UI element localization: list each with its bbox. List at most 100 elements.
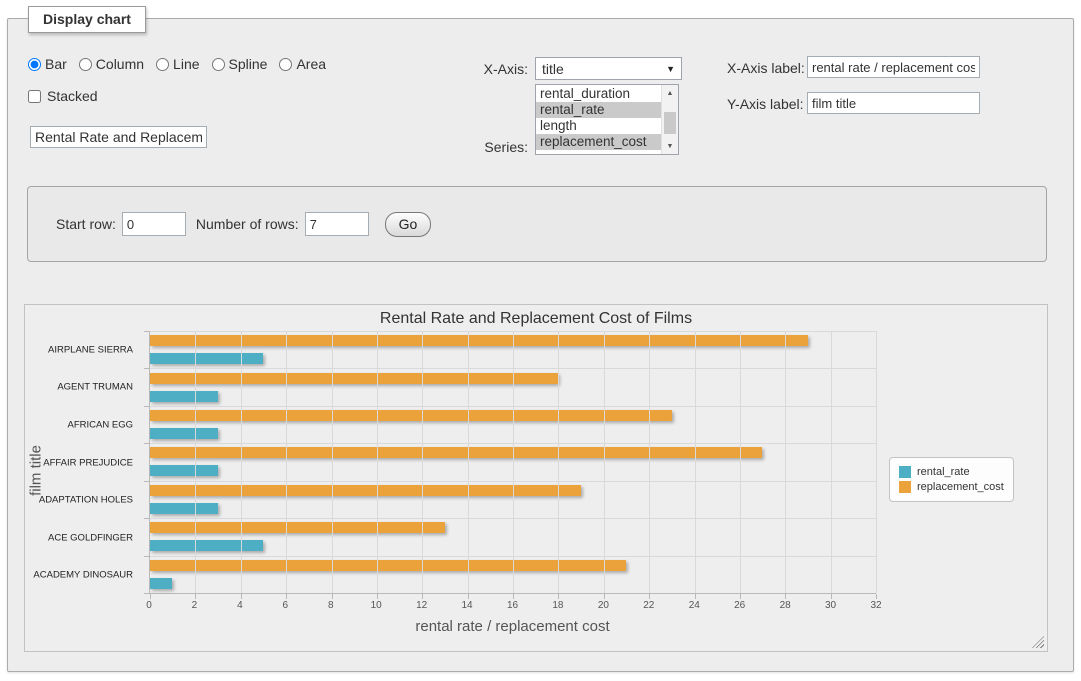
bar-rental_rate[interactable] xyxy=(150,578,172,589)
category-label: ACADEMY DINOSAUR xyxy=(25,570,133,581)
x-tick-label: 22 xyxy=(643,600,654,611)
gridline-vertical xyxy=(332,331,333,593)
gridline-vertical xyxy=(649,331,650,593)
x-tick-mark xyxy=(876,594,877,599)
gridline-vertical xyxy=(468,331,469,593)
bar-rental_rate[interactable] xyxy=(150,428,218,439)
legend-swatch-icon xyxy=(899,466,911,478)
series-option-replacement_cost[interactable]: replacement_cost xyxy=(536,134,661,150)
x-tick-mark xyxy=(558,594,559,599)
bar-rental_rate[interactable] xyxy=(150,503,218,514)
chart-title-input[interactable] xyxy=(30,126,207,148)
series-option-rental_rate[interactable]: rental_rate xyxy=(536,102,661,118)
y-tick-mark xyxy=(144,481,149,482)
x-tick-mark xyxy=(649,594,650,599)
series-options: rental_durationrental_ratelengthreplacem… xyxy=(536,85,661,154)
chart-container: Rental Rate and Replacement Cost of Film… xyxy=(24,304,1048,652)
gridline-horizontal xyxy=(150,368,876,369)
chart-type-radio-bar[interactable] xyxy=(28,58,41,71)
x-tick-label: 12 xyxy=(416,600,427,611)
legend-item-rental_rate[interactable]: rental_rate xyxy=(899,466,1004,478)
series-scrollbar[interactable]: ▲ ▼ xyxy=(661,85,678,154)
y-tick-mark xyxy=(144,556,149,557)
y-tick-mark xyxy=(144,593,149,594)
stacked-checkbox[interactable] xyxy=(28,90,41,103)
gridline-vertical xyxy=(604,331,605,593)
chart-type-radio-line[interactable] xyxy=(156,58,169,71)
x-tick-mark xyxy=(695,594,696,599)
x-axis-title: rental rate / replacement cost xyxy=(149,618,876,635)
category-label: AGENT TRUMAN xyxy=(25,382,133,393)
number-of-rows-input[interactable] xyxy=(305,212,369,236)
chart-type-radio-spline[interactable] xyxy=(212,58,225,71)
x-tick-label: 4 xyxy=(237,600,243,611)
scrollbar-thumb[interactable] xyxy=(664,112,676,134)
x-tick-label: 10 xyxy=(371,600,382,611)
chevron-down-icon: ▼ xyxy=(666,64,675,74)
x-axis-select-label: X-Axis: xyxy=(455,61,528,77)
resize-grip-icon[interactable] xyxy=(1032,636,1044,648)
x-tick-mark xyxy=(740,594,741,599)
gridline-vertical xyxy=(513,331,514,593)
chart-type-radio-label: Bar xyxy=(45,56,67,72)
category-label: AFRICAN EGG xyxy=(25,419,133,430)
gridline-vertical xyxy=(422,331,423,593)
chart-legend: rental_rate replacement_cost xyxy=(889,457,1014,502)
series-listbox[interactable]: rental_durationrental_ratelengthreplacem… xyxy=(535,84,679,155)
scroll-down-icon[interactable]: ▼ xyxy=(662,138,678,154)
series-option-length[interactable]: length xyxy=(536,118,661,134)
chart-type-radio-column[interactable] xyxy=(79,58,92,71)
bar-rental_rate[interactable] xyxy=(150,391,218,402)
bar-rental_rate[interactable] xyxy=(150,353,263,364)
bar-replacement_cost[interactable] xyxy=(150,560,626,571)
x-tick-label: 14 xyxy=(462,600,473,611)
category-label: AIRPLANE SIERRA xyxy=(25,344,133,355)
chart-type-radio-area[interactable] xyxy=(279,58,292,71)
gridline-vertical xyxy=(695,331,696,593)
category-label: ADAPTATION HOLES xyxy=(25,495,133,506)
x-tick-label: 0 xyxy=(146,600,152,611)
gridline-horizontal xyxy=(150,331,876,332)
legend-label: rental_rate xyxy=(917,466,970,478)
bar-replacement_cost[interactable] xyxy=(150,522,445,533)
x-tick-mark xyxy=(195,594,196,599)
x-tick-label: 30 xyxy=(825,600,836,611)
x-axis-select[interactable]: title ▼ xyxy=(535,57,682,80)
chart-type-radio-label: Column xyxy=(96,56,144,72)
legend-item-replacement_cost[interactable]: replacement_cost xyxy=(899,481,1004,493)
category-label: AFFAIR PREJUDICE xyxy=(25,457,133,468)
go-button[interactable]: Go xyxy=(385,212,432,237)
chart-type-option-area: Area xyxy=(279,56,326,72)
gridline-vertical xyxy=(785,331,786,593)
chart-type-radio-label: Line xyxy=(173,56,199,72)
y-tick-mark xyxy=(144,331,149,332)
bar-replacement_cost[interactable] xyxy=(150,485,581,496)
y-axis-label-label: Y-Axis label: xyxy=(727,96,804,112)
x-axis-label-input[interactable] xyxy=(807,56,980,78)
x-tick-label: 32 xyxy=(870,600,881,611)
y-axis-label-input[interactable] xyxy=(807,92,980,114)
number-of-rows-label: Number of rows: xyxy=(196,216,299,232)
x-tick-label: 6 xyxy=(283,600,289,611)
bar-rental_rate[interactable] xyxy=(150,465,218,476)
series-option-rental_duration[interactable]: rental_duration xyxy=(536,86,661,102)
bar-replacement_cost[interactable] xyxy=(150,410,672,421)
x-tick-mark xyxy=(241,594,242,599)
bar-replacement_cost[interactable] xyxy=(150,447,762,458)
scroll-up-icon[interactable]: ▲ xyxy=(662,85,678,101)
chart-type-radio-group: BarColumnLineSplineArea xyxy=(28,56,334,72)
gridline-horizontal xyxy=(150,518,876,519)
legend-label: replacement_cost xyxy=(917,481,1004,493)
x-tick-mark xyxy=(377,594,378,599)
chart-type-option-column: Column xyxy=(79,56,144,72)
bar-replacement_cost[interactable] xyxy=(150,335,808,346)
x-tick-mark xyxy=(150,594,151,599)
y-tick-mark xyxy=(144,406,149,407)
bar-replacement_cost[interactable] xyxy=(150,373,558,384)
gridline-vertical xyxy=(377,331,378,593)
stacked-row: Stacked xyxy=(28,88,98,104)
gridline-vertical xyxy=(195,331,196,593)
start-row-input[interactable] xyxy=(122,212,186,236)
start-row-label: Start row: xyxy=(56,216,116,232)
bar-rental_rate[interactable] xyxy=(150,540,263,551)
